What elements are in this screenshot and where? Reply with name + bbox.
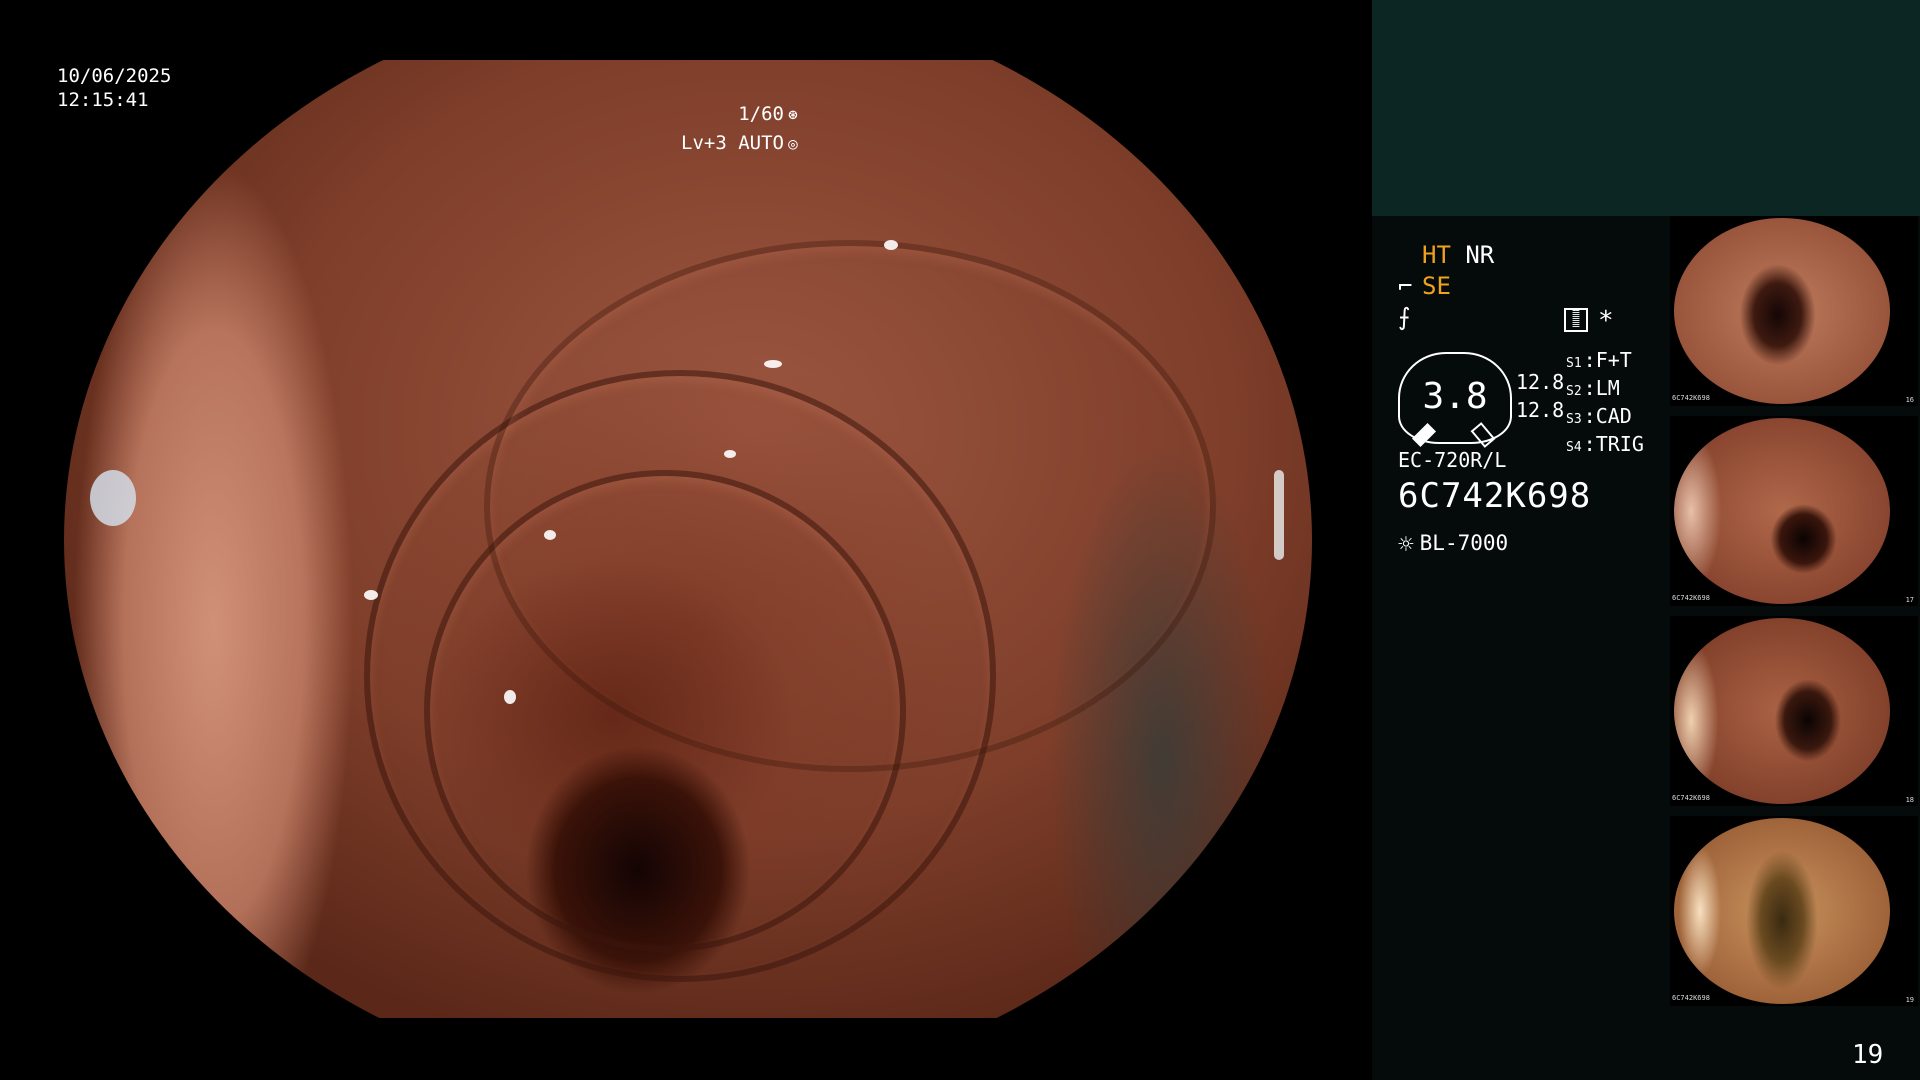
thumbnail-serial: 6C742K698 [1672, 994, 1710, 1002]
light-reflection [544, 530, 556, 540]
date-text: 10/06/2025 [57, 65, 172, 87]
iris-mode: AUTO [738, 132, 784, 154]
iris-row: Lv+3 AUTO ◎ [681, 129, 802, 158]
endoscope-image [64, 60, 1312, 1018]
light-source: ☼ BL-7000 [1398, 530, 1508, 560]
setting-row: S2:LM [1566, 376, 1620, 400]
gauge-value: 3.8 [1422, 376, 1488, 417]
main-endoscope-view: 10/06/2025 12:15:41 1/60 ⊛ Lv+3 AUTO ◎ [0, 0, 1372, 1080]
freeze-row: ⨍ [1398, 302, 1494, 333]
scope-model: EC-720R/L [1398, 448, 1507, 472]
endoscope-image-area [64, 60, 1312, 1018]
panel-header-block [1372, 0, 1920, 216]
light-reflection [1274, 470, 1284, 560]
light-source-icon: ☼ [1398, 530, 1414, 560]
thumbnail-number: 17 [1905, 596, 1914, 604]
capture-thumbnail[interactable]: 6C742K698 19 [1670, 816, 1918, 1006]
ht-indicator: HT [1422, 241, 1451, 269]
thumbnail-image [1674, 818, 1890, 1004]
setting-row: S1:F+T [1566, 348, 1632, 372]
enhance-icon: ⌐ [1398, 272, 1413, 300]
image-mode-indicators: HT NR ⌐ SE ⨍ [1398, 240, 1494, 333]
shutter-speed: 1/60 [738, 103, 784, 125]
light-reflection [884, 240, 898, 250]
switch-settings: S1:F+T S2:LM S3:CAD S4:TRIG [1566, 348, 1644, 460]
light-reflection [504, 690, 516, 704]
mucosal-fold [484, 240, 1216, 772]
thumbnail-image [1674, 218, 1890, 404]
setting-row: S3:CAD [1566, 404, 1632, 428]
freeze-icon: ⨍ [1398, 303, 1411, 331]
se-row: ⌐ SE [1398, 271, 1494, 302]
capture-thumbnail[interactable]: 6C742K698 18 [1670, 616, 1918, 806]
time-text: 12:15:41 [57, 89, 149, 111]
thumbnail-serial: 6C742K698 [1672, 794, 1710, 802]
page-number: 19 [1852, 1040, 1884, 1070]
gauge-reading-1: 12.8 [1516, 370, 1565, 394]
thumbnail-number: 18 [1905, 796, 1914, 804]
thumbnail-image [1674, 618, 1890, 804]
se-indicator: SE [1422, 272, 1451, 300]
timestamp: 10/06/2025 12:15:41 [57, 64, 171, 112]
light-source-label: BL-7000 [1419, 531, 1509, 555]
exposure-info: 1/60 ⊛ Lv+3 AUTO ◎ [681, 100, 802, 158]
capture-thumbnail[interactable]: 6C742K698 17 [1670, 416, 1918, 606]
gauge-reading-2: 12.8 [1516, 398, 1565, 422]
scope-serial: 6C742K698 [1398, 476, 1592, 516]
light-reflection [90, 470, 136, 526]
thumbnail-serial: 6C742K698 [1672, 594, 1710, 602]
ht-nr-row: HT NR [1398, 240, 1494, 271]
light-reflection [724, 450, 736, 458]
thumbnail-image [1674, 418, 1890, 604]
capture-thumbnail[interactable]: 6C742K698 16 [1670, 216, 1918, 406]
thumbnail-serial: 6C742K698 [1672, 394, 1710, 402]
shutter-icon: ⊛ [788, 105, 798, 124]
nr-indicator: NR [1465, 241, 1495, 269]
thumbnail-number: 16 [1905, 396, 1914, 404]
star-indicator: * [1598, 306, 1614, 336]
gauge-dial: 3.8 [1398, 352, 1512, 448]
iris-icon: ◎ [788, 134, 798, 153]
thumbnail-number: 19 [1905, 996, 1914, 1004]
menu-icon: ≡ ≡ ≡ [1564, 308, 1588, 332]
brightness-level: Lv+3 [681, 132, 727, 154]
light-reflection [764, 360, 782, 368]
light-reflection [364, 590, 378, 600]
setting-row: S4:TRIG [1566, 432, 1644, 456]
shutter-row: 1/60 ⊛ [681, 100, 802, 129]
